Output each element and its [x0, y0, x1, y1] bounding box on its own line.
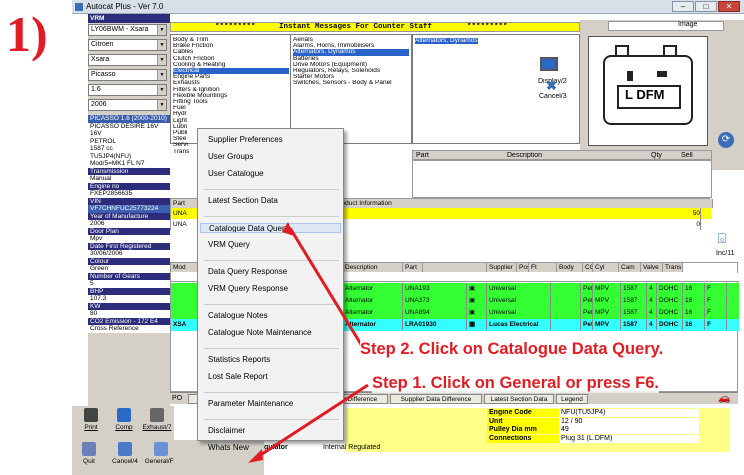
- step2-arrow-line: [288, 227, 364, 347]
- step1-arrow-head: [248, 449, 263, 463]
- step2-label: Step 2. Click on Catalogue Data Query.: [360, 340, 664, 359]
- annotation-arrows: [248, 222, 369, 463]
- step1-label: Step 1. Click on General or press F6.: [372, 374, 660, 393]
- step1-arrow-line: [255, 383, 369, 460]
